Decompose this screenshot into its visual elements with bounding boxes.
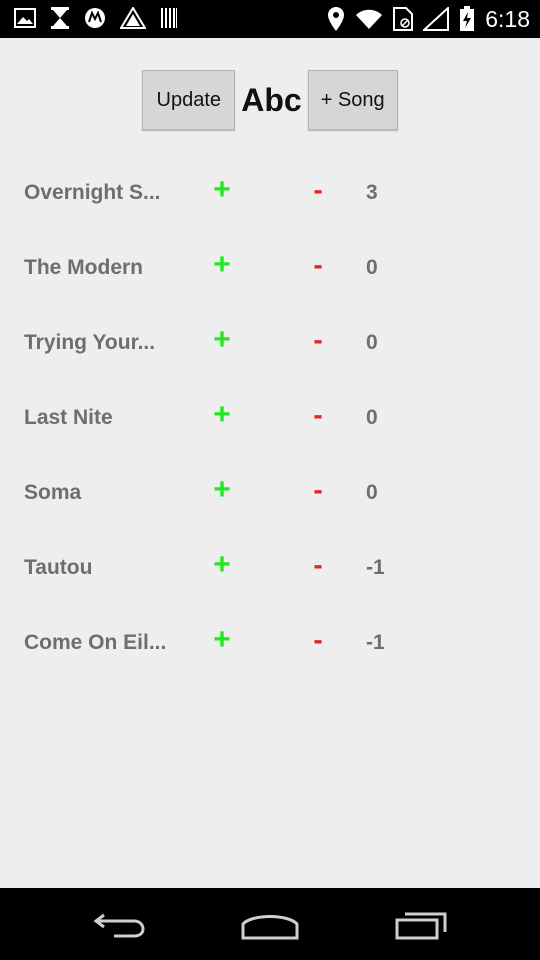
location-pin-icon: [327, 6, 345, 32]
song-row: Tautou + - -1: [0, 532, 540, 607]
song-score: 0: [366, 406, 378, 429]
song-score: -1: [366, 631, 385, 654]
upvote-button[interactable]: +: [208, 547, 236, 583]
barcode-icon: [160, 7, 178, 29]
back-icon: [93, 913, 145, 938]
upvote-button[interactable]: +: [208, 622, 236, 658]
song-list: Overnight S... + - 3 The Modern + - 0 Tr…: [0, 157, 540, 682]
add-song-button[interactable]: + Song: [307, 70, 398, 130]
song-score: -1: [366, 556, 385, 579]
song-name: Come On Eil...: [24, 631, 167, 654]
home-button[interactable]: [240, 906, 300, 946]
downvote-button[interactable]: -: [305, 247, 331, 283]
song-name: Overnight S...: [24, 181, 161, 204]
warning-triangle-icon: [120, 7, 146, 29]
status-bar-system: 6:18: [327, 4, 530, 34]
status-bar: 6:18: [0, 0, 540, 38]
battery-charging-icon: [459, 6, 475, 32]
upvote-button[interactable]: +: [208, 247, 236, 283]
upvote-button[interactable]: +: [208, 397, 236, 433]
song-name: Tautou: [24, 556, 93, 579]
back-button[interactable]: [92, 906, 148, 946]
song-row: Trying Your... + - 0: [0, 307, 540, 382]
home-icon: [241, 915, 299, 940]
downvote-button[interactable]: -: [305, 622, 331, 658]
song-row: The Modern + - 0: [0, 232, 540, 307]
upvote-button[interactable]: +: [208, 172, 236, 208]
song-row: Last Nite + - 0: [0, 382, 540, 457]
downvote-button[interactable]: -: [305, 472, 331, 508]
downvote-button[interactable]: -: [305, 322, 331, 358]
song-score: 0: [366, 256, 378, 279]
downvote-button[interactable]: -: [305, 547, 331, 583]
song-score: 0: [366, 481, 378, 504]
recent-apps-button[interactable]: [394, 906, 450, 946]
downvote-button[interactable]: -: [305, 397, 331, 433]
song-name: Soma: [24, 481, 82, 504]
status-time: 6:18: [485, 6, 530, 32]
status-bar-notifications: [14, 6, 178, 30]
hourglass-icon: [50, 6, 70, 30]
song-row: Come On Eil... + - -1: [0, 607, 540, 682]
song-name: Last Nite: [24, 406, 113, 429]
sim-card-icon: [393, 7, 414, 31]
motorola-icon: [84, 7, 106, 29]
upvote-button[interactable]: +: [208, 472, 236, 508]
song-name: Trying Your...: [24, 331, 156, 354]
header: Update Abc + Song: [0, 70, 540, 130]
signal-icon: [423, 7, 450, 31]
song-score: 0: [366, 331, 378, 354]
song-score: 3: [366, 181, 378, 204]
wifi-icon: [355, 8, 383, 30]
update-button[interactable]: Update: [142, 70, 236, 130]
recent-apps-icon: [395, 912, 447, 940]
upvote-button[interactable]: +: [208, 322, 236, 358]
song-row: Soma + - 0: [0, 457, 540, 532]
image-icon: [14, 8, 36, 28]
song-name: The Modern: [24, 256, 143, 279]
list-title: Abc: [241, 81, 302, 118]
song-row: Overnight S... + - 3: [0, 157, 540, 232]
downvote-button[interactable]: -: [305, 172, 331, 208]
navigation-bar: [0, 888, 540, 960]
